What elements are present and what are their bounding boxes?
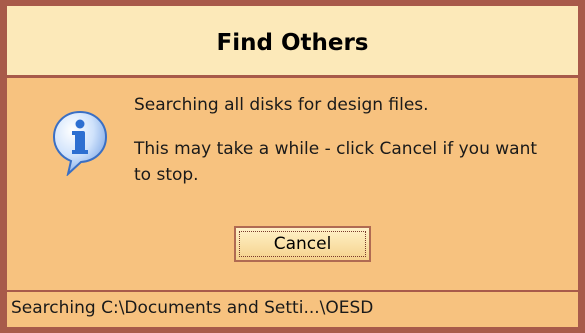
- dialog-content: Searching all disks for design files. Th…: [7, 78, 578, 290]
- status-text: Searching C:\Documents and Setti...\OESD: [11, 298, 374, 318]
- status-bar: Searching C:\Documents and Setti...\OESD: [7, 290, 578, 327]
- search-message: Searching all disks for design files.: [134, 95, 429, 115]
- find-others-dialog: Find Others Searching all disks for desi…: [0, 0, 585, 333]
- cancel-button[interactable]: Cancel: [234, 226, 371, 262]
- dialog-titlebar[interactable]: Find Others: [7, 6, 578, 78]
- info-icon: [52, 110, 108, 176]
- cancel-button-label: Cancel: [239, 231, 366, 257]
- dialog-title: Find Others: [216, 30, 369, 56]
- wait-message: This may take a while - click Cancel if …: [134, 139, 538, 185]
